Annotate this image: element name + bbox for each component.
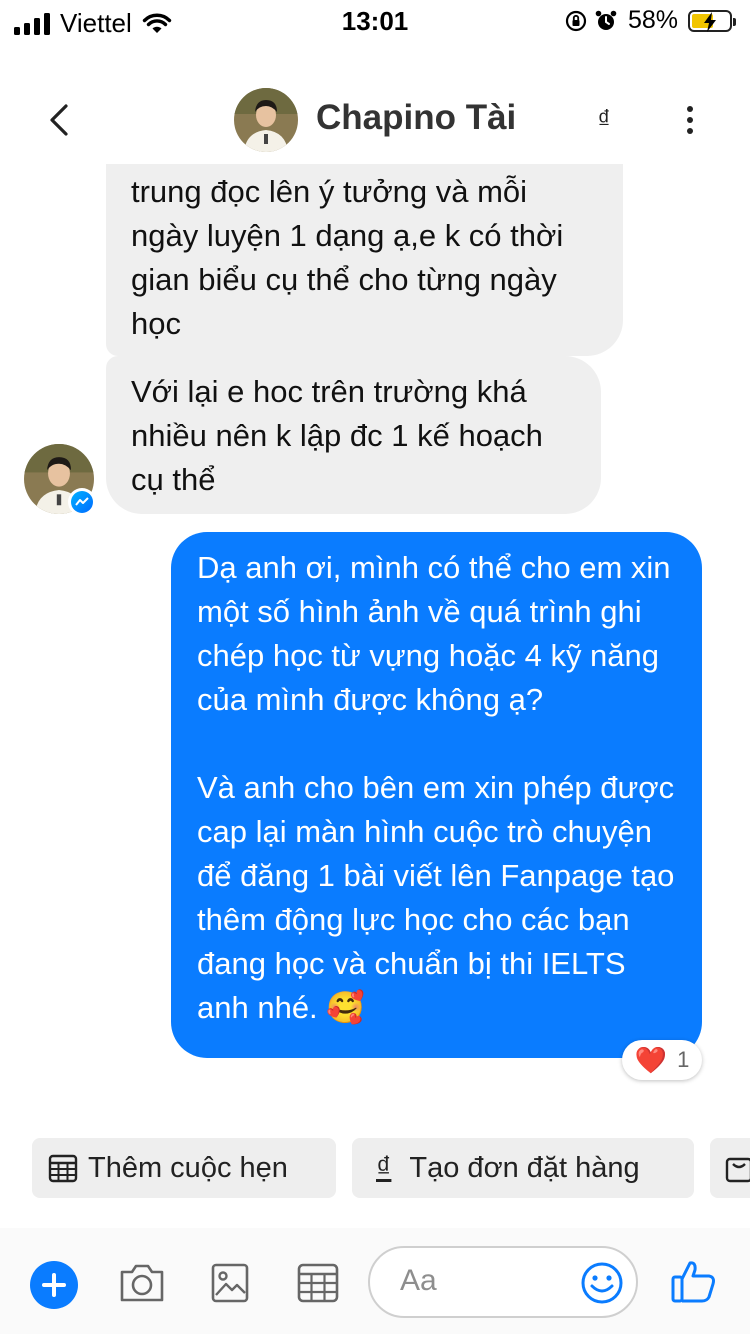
thumbs-up-icon[interactable] xyxy=(670,1258,718,1304)
outgoing-message[interactable]: Dạ anh ơi, mình có thể cho em xin một số… xyxy=(171,532,702,1058)
bag-icon xyxy=(725,1157,750,1183)
dong-icon: ₫ xyxy=(376,1151,392,1184)
message-list[interactable]: trung đọc lên ý tưởng và mỗi ngày luyện … xyxy=(0,164,750,1114)
incoming-message[interactable]: trung đọc lên ý tưởng và mỗi ngày luyện … xyxy=(106,164,623,356)
order-label: Tạo đơn đặt hàng xyxy=(409,1151,640,1184)
messenger-badge-icon xyxy=(68,488,96,516)
appointment-label: Thêm cuộc hẹn xyxy=(88,1151,288,1184)
status-bar: Viettel 13:01 58% xyxy=(0,0,750,44)
add-appointment-button[interactable]: Thêm cuộc hẹn xyxy=(32,1138,336,1198)
avatar[interactable] xyxy=(234,88,298,152)
reaction-badge[interactable]: ❤️ 1 xyxy=(622,1040,702,1080)
dong-order-button[interactable]: ₫ xyxy=(592,104,616,135)
message-text: trung đọc lên ý tưởng và mỗi ngày luyện … xyxy=(131,174,564,341)
camera-icon[interactable] xyxy=(118,1262,166,1304)
contact-name[interactable]: Chapino Tài xyxy=(316,98,516,138)
message-text: Dạ anh ơi, mình có thể cho em xin một số… xyxy=(197,550,675,1025)
sender-avatar[interactable] xyxy=(24,444,96,516)
charging-bolt-icon xyxy=(704,11,716,32)
create-order-button[interactable]: ₫ Tạo đơn đặt hàng xyxy=(352,1138,694,1198)
composer-bar: Aa xyxy=(0,1228,750,1334)
incoming-message[interactable]: Với lại e hoc trên trường khá nhiều nên … xyxy=(106,356,601,514)
plus-icon[interactable] xyxy=(30,1261,78,1309)
calendar-icon[interactable] xyxy=(296,1262,340,1304)
message-text: Với lại e hoc trên trường khá nhiều nên … xyxy=(131,374,543,497)
more-vertical-icon[interactable] xyxy=(676,100,704,140)
reaction-count: 1 xyxy=(677,1047,690,1072)
back-chevron-icon[interactable] xyxy=(40,100,80,140)
chat-header: Chapino Tài ₫ xyxy=(0,70,750,170)
battery-percent: 58% xyxy=(627,6,678,34)
alarm-icon xyxy=(595,10,617,30)
gallery-icon[interactable] xyxy=(210,1262,250,1304)
status-right: 58% xyxy=(564,6,736,35)
emoji-icon[interactable] xyxy=(580,1261,624,1305)
orientation-lock-icon xyxy=(565,10,587,31)
more-actions-chip[interactable] xyxy=(710,1138,750,1198)
calendar-grid-icon xyxy=(48,1154,78,1183)
quick-actions: Thêm cuộc hẹn ₫ Tạo đơn đặt hàng xyxy=(0,1138,750,1198)
heart-reaction-icon: ❤️ xyxy=(634,1044,668,1075)
battery-charging-icon xyxy=(688,9,736,32)
message-input[interactable]: Aa xyxy=(368,1246,638,1318)
message-input-placeholder: Aa xyxy=(400,1264,437,1297)
